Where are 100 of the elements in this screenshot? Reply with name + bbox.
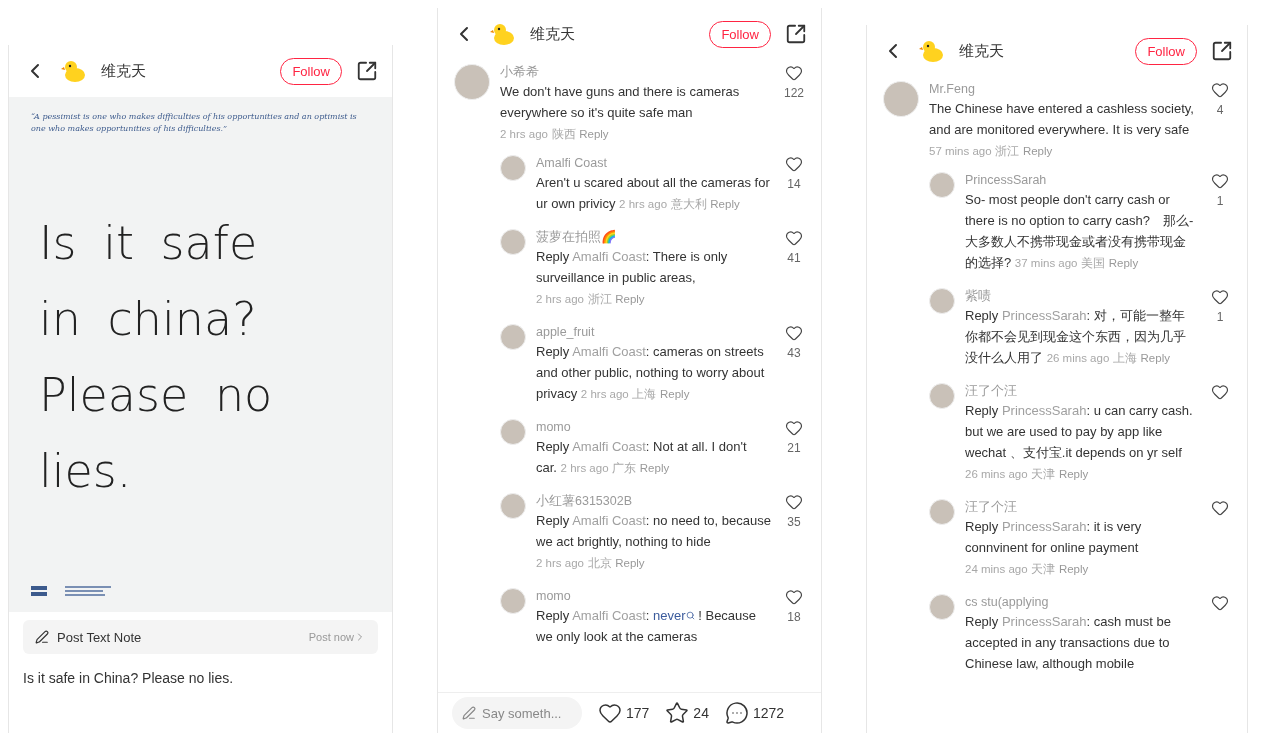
- comment-location: 意大利: [670, 198, 707, 210]
- follow-button[interactable]: Follow: [1135, 37, 1197, 65]
- like-count: 122: [784, 86, 804, 100]
- like-button[interactable]: [785, 419, 803, 437]
- reply-link[interactable]: Reply: [615, 293, 645, 305]
- post-label: Post Text Note: [57, 629, 143, 645]
- comment-time: 2 hrs ago: [619, 198, 668, 210]
- reply-link[interactable]: Reply: [710, 198, 740, 210]
- heart-icon: [1211, 594, 1229, 612]
- reply-link[interactable]: Reply: [1058, 563, 1089, 575]
- like-count: 4: [1216, 103, 1224, 117]
- comment-stat-button[interactable]: 1272: [724, 701, 785, 725]
- like-button[interactable]: [1211, 499, 1229, 517]
- comment-time: 2 hrs ago: [536, 557, 584, 569]
- like-count: 14: [787, 177, 801, 191]
- comment-text: Reply Amalfi Coast: cameras on streets and other public, nothing to worry about privacy 2 hrs ago 上海 Reply: [536, 343, 766, 403]
- reply-link[interactable]: Reply: [1022, 145, 1053, 157]
- comment-time: 37 mins ago: [1014, 257, 1078, 269]
- heart-icon: [1211, 383, 1229, 401]
- like-count: 1: [1216, 310, 1224, 324]
- like-button[interactable]: [1211, 172, 1229, 190]
- user-name[interactable]: PrincessSarah: [965, 172, 1197, 189]
- comment-text: Reply Amalfi Coast: never ! Because we only look at the cameras: [536, 607, 758, 646]
- share-button[interactable]: [1211, 40, 1233, 62]
- reply-link[interactable]: Reply: [579, 128, 609, 140]
- author-name: 维克天: [530, 24, 576, 44]
- comment-time: 2 hrs ago: [536, 293, 584, 305]
- reply-link[interactable]: Reply: [639, 462, 670, 474]
- comment-location: 浙江: [995, 145, 1020, 157]
- share-button[interactable]: [356, 60, 378, 82]
- comment-input-field[interactable]: Say someth...: [452, 697, 582, 729]
- user-name[interactable]: cs stu(applying: [965, 594, 1197, 611]
- comment-location: 浙江: [587, 293, 612, 305]
- like-button[interactable]: [1211, 383, 1229, 401]
- follow-button[interactable]: Follow: [709, 20, 771, 48]
- user-name[interactable]: 菠萝在拍照🌈: [536, 229, 771, 246]
- user-name[interactable]: 汪了个汪: [965, 499, 1197, 516]
- comment-time: 2 hrs ago: [500, 128, 548, 140]
- search-icon: [685, 611, 695, 620]
- user-name[interactable]: 紫啧: [965, 288, 1197, 305]
- reply-link[interactable]: Reply: [1058, 468, 1089, 480]
- author-name: 维克天: [959, 41, 1005, 61]
- like-button[interactable]: [785, 155, 803, 173]
- keyword-link[interactable]: never: [653, 608, 695, 623]
- share-icon: [1211, 40, 1233, 62]
- caption-text: Is it safe in China? Please no lies.: [22, 669, 235, 688]
- like-button[interactable]: [785, 64, 803, 82]
- post-now-button[interactable]: Post now: [308, 631, 366, 643]
- user-name[interactable]: Amalfi Coast: [536, 155, 771, 172]
- user-name[interactable]: momo: [536, 588, 771, 605]
- heart-icon: [1211, 172, 1229, 190]
- star-icon: [665, 701, 690, 725]
- user-name[interactable]: 小红薯6315302B: [536, 493, 771, 510]
- like-button[interactable]: [1211, 81, 1229, 99]
- heart-icon: [785, 64, 803, 82]
- comment-location: 北京: [587, 557, 612, 569]
- reply-link[interactable]: Reply: [660, 388, 690, 400]
- like-count: 21: [787, 441, 801, 455]
- comment-location: 上海: [632, 388, 657, 400]
- heart-icon: [1211, 81, 1229, 99]
- star-stat-button[interactable]: 24: [665, 701, 709, 725]
- comment-location: 天津: [1031, 563, 1056, 575]
- like-button[interactable]: [785, 229, 803, 247]
- comment-location: 美国: [1081, 257, 1106, 269]
- like-button[interactable]: [785, 588, 803, 606]
- user-name[interactable]: momo: [536, 419, 771, 436]
- heart-icon: [785, 324, 803, 342]
- reply-link[interactable]: Reply: [615, 557, 645, 569]
- comment-text: We don't have guns and there is cameras everywhere so it's quite safe man 2 hrs ago 陕西 Reply: [500, 83, 741, 142]
- comment-text: Reply PrincessSarah: 对，可能一整年你都不会见到现金这个东西，因为几乎没什么人用了 26 mins ago 上海 Reply: [965, 307, 1187, 367]
- comment-text: Reply PrincessSarah: u can carry cash. but we are used to pay by app like wechat 、支付宝.it depends on yr self 26 mins ago 天津 Reply: [965, 402, 1194, 482]
- comment-time: 2 hrs ago: [580, 388, 629, 400]
- quote-text: “A pessimist is one who makes difficulties of his opportunities and an optimist is one who makes opportunities of his difficulties.”: [31, 111, 358, 135]
- comment-time: 24 mins ago: [965, 563, 1028, 575]
- like-button[interactable]: [1211, 288, 1229, 306]
- comment-time: 26 mins ago: [1046, 352, 1110, 364]
- follow-button[interactable]: Follow: [280, 57, 342, 85]
- like-count: 43: [787, 346, 801, 360]
- share-icon: [785, 23, 807, 45]
- heart-icon: [785, 229, 803, 247]
- like-button[interactable]: [785, 324, 803, 342]
- post-text-note-bar[interactable]: Post Text Note Post now: [23, 620, 378, 654]
- reply-link[interactable]: Reply: [1108, 257, 1139, 269]
- heart-icon: [785, 588, 803, 606]
- share-button[interactable]: [785, 23, 807, 45]
- like-button[interactable]: [785, 493, 803, 511]
- user-name[interactable]: Mr.Feng: [929, 81, 1197, 98]
- heart-icon: [1211, 288, 1229, 306]
- user-name[interactable]: apple_fruit: [536, 324, 771, 341]
- like-count: 41: [787, 251, 801, 265]
- share-icon: [356, 60, 378, 82]
- comment-text: Reply Amalfi Coast: There is only surveillance in public areas, 2 hrs ago 浙江 Reply: [536, 248, 729, 307]
- user-name[interactable]: 汪了个汪: [965, 383, 1197, 400]
- like-button[interactable]: [1211, 594, 1229, 612]
- user-name[interactable]: 小希希: [500, 64, 771, 81]
- like-stat-button[interactable]: 177: [598, 701, 650, 725]
- like-count: 18: [787, 610, 801, 624]
- reply-link[interactable]: Reply: [1140, 352, 1170, 364]
- comment-location: 天津: [1031, 468, 1056, 480]
- heart-icon: [1211, 499, 1229, 517]
